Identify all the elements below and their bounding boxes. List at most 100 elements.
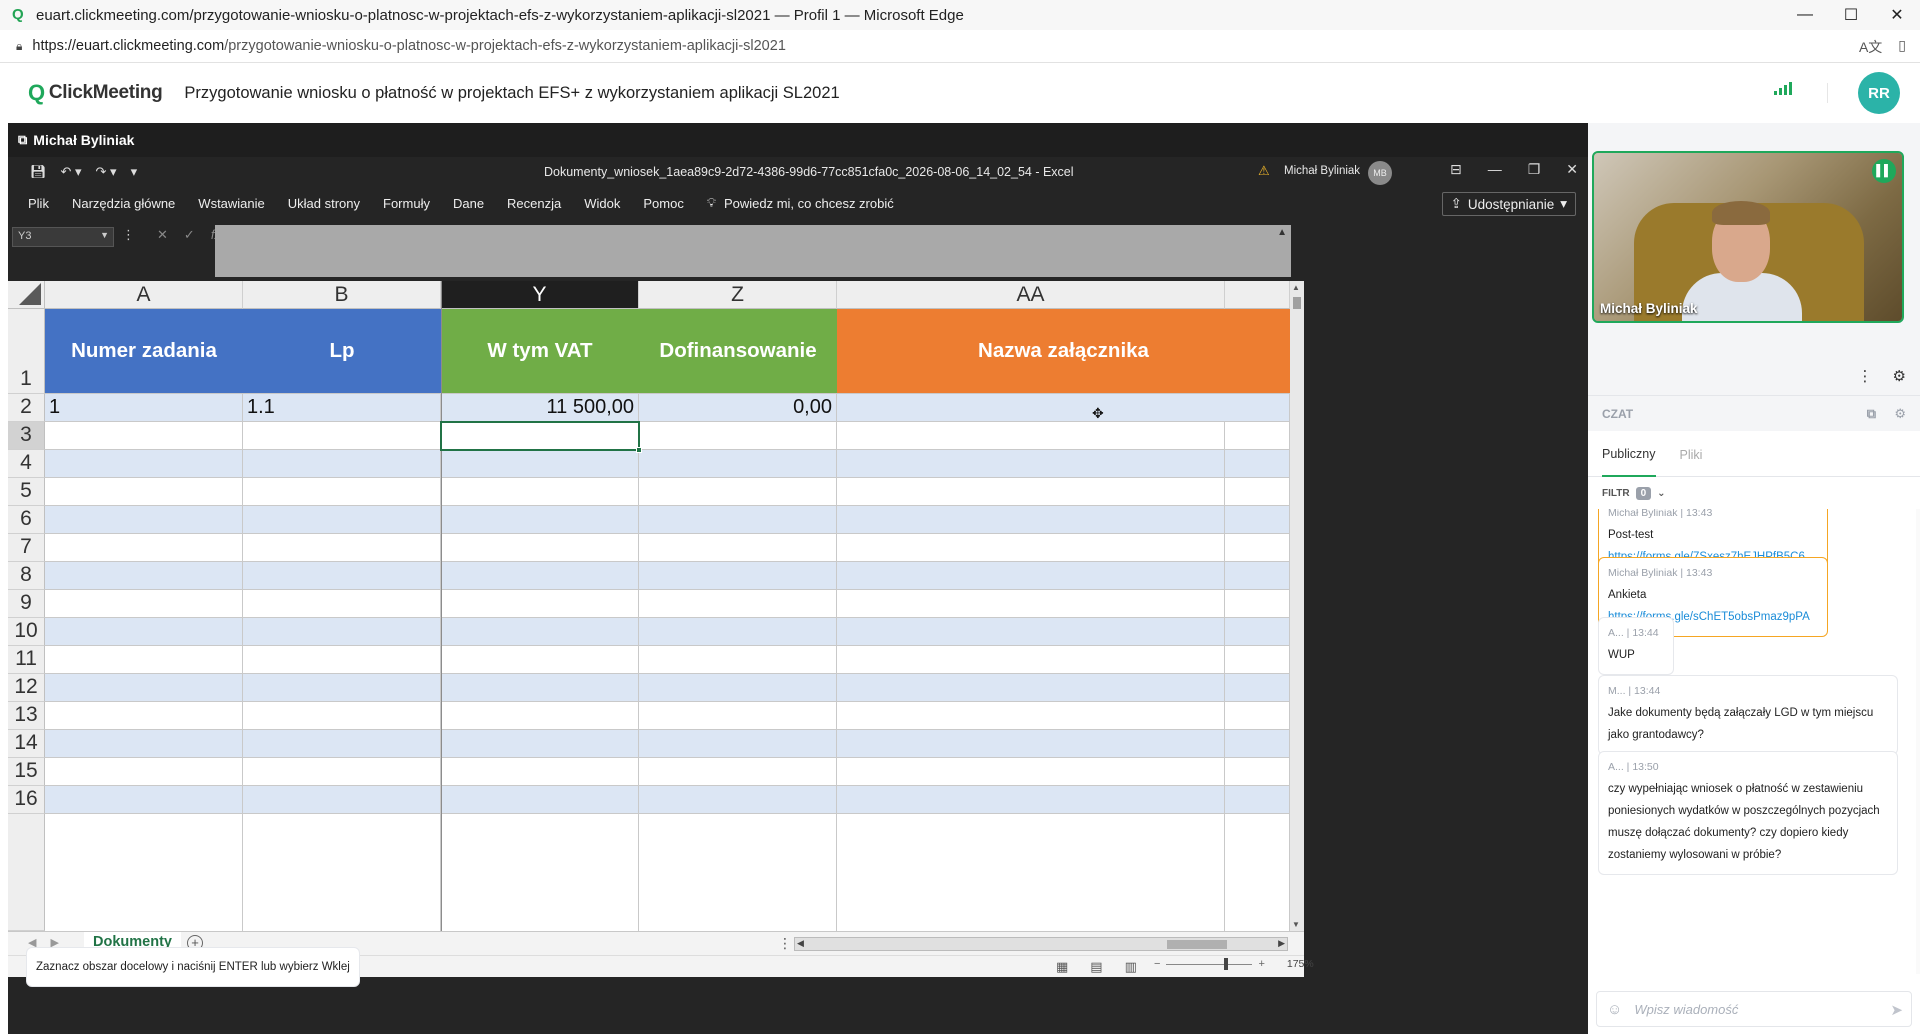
- cell-a12[interactable]: [45, 674, 243, 702]
- cell-aa9[interactable]: [837, 590, 1225, 618]
- cell-z11[interactable]: [639, 646, 837, 674]
- cell-b-overflow[interactable]: [243, 814, 441, 931]
- menu-pomoc[interactable]: Pomoc: [643, 196, 683, 211]
- horizontal-scroll-thumb[interactable]: [1167, 940, 1227, 949]
- cell-z10[interactable]: [639, 618, 837, 646]
- menu-wstawianie[interactable]: Wstawianie: [198, 196, 264, 211]
- cell-y5[interactable]: [441, 478, 639, 506]
- row-header-3[interactable]: 3: [8, 422, 45, 450]
- reading-view-icon[interactable]: ▯: [1898, 37, 1906, 57]
- scroll-left-icon[interactable]: ◀: [797, 938, 804, 949]
- tab-splitter-icon[interactable]: ⋮: [778, 935, 792, 952]
- excel-user-avatar[interactable]: MB: [1368, 161, 1392, 185]
- menu-dane[interactable]: Dane: [453, 196, 484, 211]
- emoji-icon[interactable]: ☺: [1607, 1001, 1622, 1018]
- zoom-control[interactable]: − + 175%: [1154, 957, 1314, 970]
- zoom-level[interactable]: 175%: [1287, 958, 1314, 970]
- menu-narzedzia-glowne[interactable]: Narzędzia główne: [72, 196, 175, 211]
- presenter-video[interactable]: Michał Byliniak ▌▌: [1592, 151, 1904, 323]
- customize-quick-access-icon[interactable]: ▾: [131, 164, 138, 180]
- cell-z7[interactable]: [639, 534, 837, 562]
- zoom-in-icon[interactable]: +: [1258, 958, 1264, 970]
- translate-icon[interactable]: A文: [1859, 37, 1882, 57]
- zoom-slider-knob[interactable]: [1224, 957, 1229, 970]
- cell-y-overflow[interactable]: [441, 814, 639, 931]
- cell-a8[interactable]: [45, 562, 243, 590]
- cell-b4[interactable]: [243, 450, 441, 478]
- cell-aa4[interactable]: [837, 450, 1225, 478]
- cell-y14[interactable]: [441, 730, 639, 758]
- cell-z14[interactable]: [639, 730, 837, 758]
- cell-z5[interactable]: [639, 478, 837, 506]
- cell-a3[interactable]: [45, 422, 243, 450]
- cell-y6[interactable]: [441, 506, 639, 534]
- collapse-formula-bar-icon[interactable]: ▲: [1277, 227, 1287, 238]
- cell-z3[interactable]: [639, 422, 837, 450]
- cell-ab-overflow[interactable]: [1225, 814, 1290, 931]
- cell-ab8[interactable]: [1225, 562, 1290, 590]
- row-header-1[interactable]: 1: [8, 309, 45, 394]
- cell-aa1[interactable]: Nazwa załącznika: [837, 309, 1290, 394]
- cell-aa-overflow[interactable]: [837, 814, 1225, 931]
- cell-z4[interactable]: [639, 450, 837, 478]
- cell-y9[interactable]: [441, 590, 639, 618]
- cell-ab7[interactable]: [1225, 534, 1290, 562]
- close-button[interactable]: ✕: [1874, 0, 1920, 30]
- cell-aa15[interactable]: [837, 758, 1225, 786]
- cell-z9[interactable]: [639, 590, 837, 618]
- row-header-4[interactable]: 4: [8, 450, 45, 478]
- cell-b1[interactable]: Lp: [243, 309, 441, 394]
- maximize-button[interactable]: ☐: [1828, 0, 1874, 30]
- cell-a16[interactable]: [45, 786, 243, 814]
- cell-aa14[interactable]: [837, 730, 1225, 758]
- name-box[interactable]: Y3 ▼: [12, 227, 114, 247]
- select-all-corner[interactable]: [8, 281, 45, 309]
- settings-icon[interactable]: ⚙: [1893, 367, 1906, 385]
- column-header-b[interactable]: B: [243, 281, 441, 309]
- cell-aa2[interactable]: [837, 394, 1290, 422]
- cell-ab13[interactable]: [1225, 702, 1290, 730]
- cell-aa11[interactable]: [837, 646, 1225, 674]
- cell-aa3[interactable]: [837, 422, 1225, 450]
- cell-z-overflow[interactable]: [639, 814, 837, 931]
- column-header-next[interactable]: [1225, 281, 1290, 309]
- cell-z2[interactable]: 0,00: [639, 394, 837, 422]
- cell-y16[interactable]: [441, 786, 639, 814]
- cell-y10[interactable]: [441, 618, 639, 646]
- cell-ab16[interactable]: [1225, 786, 1290, 814]
- menu-plik[interactable]: Plik: [28, 196, 49, 211]
- cell-z13[interactable]: [639, 702, 837, 730]
- undo-icon[interactable]: ↶ ▾: [61, 164, 82, 180]
- cell-b9[interactable]: [243, 590, 441, 618]
- cell-ab4[interactable]: [1225, 450, 1290, 478]
- minimize-button[interactable]: —: [1782, 0, 1828, 30]
- normal-view-icon[interactable]: ▦: [1056, 959, 1068, 975]
- cell-b2[interactable]: 1.1: [243, 394, 441, 422]
- cell-a5[interactable]: [45, 478, 243, 506]
- send-icon[interactable]: ➤: [1890, 1001, 1903, 1019]
- cell-b6[interactable]: [243, 506, 441, 534]
- cell-y7[interactable]: [441, 534, 639, 562]
- column-header-y[interactable]: Y: [441, 281, 639, 309]
- cell-aa8[interactable]: [837, 562, 1225, 590]
- excel-restore-icon[interactable]: ❐: [1528, 161, 1541, 178]
- row-header-9[interactable]: 9: [8, 590, 45, 618]
- cell-b5[interactable]: [243, 478, 441, 506]
- tab-pliki[interactable]: Pliki: [1680, 448, 1703, 476]
- cell-a10[interactable]: [45, 618, 243, 646]
- horizontal-scrollbar[interactable]: ◀ ▶: [794, 937, 1288, 951]
- cell-ab9[interactable]: [1225, 590, 1290, 618]
- row-header-7[interactable]: 7: [8, 534, 45, 562]
- user-avatar[interactable]: RR: [1858, 72, 1900, 114]
- cell-a7[interactable]: [45, 534, 243, 562]
- signal-strength-icon[interactable]: [1774, 81, 1792, 95]
- redo-icon[interactable]: ↷ ▾: [96, 164, 117, 180]
- cell-ab12[interactable]: [1225, 674, 1290, 702]
- row-header-2[interactable]: 2: [8, 394, 45, 422]
- page-break-view-icon[interactable]: ▥: [1125, 959, 1137, 975]
- cell-b7[interactable]: [243, 534, 441, 562]
- cell-z8[interactable]: [639, 562, 837, 590]
- warning-icon[interactable]: ⚠: [1258, 163, 1270, 179]
- formula-bar-input[interactable]: ▲: [215, 225, 1291, 277]
- cell-y4[interactable]: [441, 450, 639, 478]
